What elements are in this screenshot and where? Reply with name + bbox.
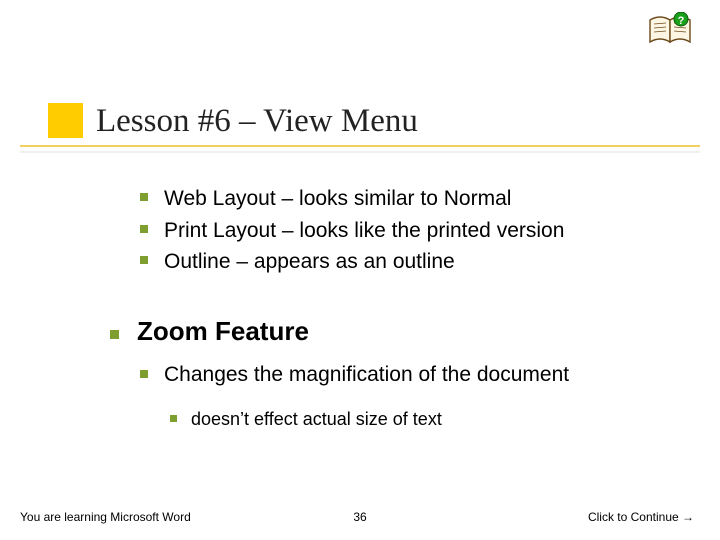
list-item: Changes the magnification of the documen… [140, 359, 700, 391]
list-item: Web Layout – looks similar to Normal [140, 183, 700, 215]
list-item: Zoom Feature [110, 316, 700, 347]
square-bullet-icon [140, 225, 148, 233]
list-item: Print Layout – looks like the printed ve… [140, 215, 700, 247]
bullet-group-views: Web Layout – looks similar to Normal Pri… [140, 183, 700, 278]
square-bullet-icon [140, 193, 148, 201]
list-item-text: Web Layout – looks similar to Normal [164, 183, 511, 215]
slide-title: Lesson #6 – View Menu [96, 103, 418, 140]
list-item-text: Print Layout – looks like the printed ve… [164, 215, 564, 247]
title-underline [20, 145, 700, 147]
list-item-text: Changes the magnification of the documen… [164, 359, 569, 391]
square-bullet-icon [170, 415, 177, 422]
zoom-feature-heading: Zoom Feature [137, 316, 309, 347]
square-bullet-icon [110, 330, 119, 339]
slide-footer: You are learning Microsoft Word 36 Click… [0, 510, 720, 524]
list-item: Outline – appears as an outline [140, 246, 700, 278]
help-book-icon: ? [648, 12, 694, 51]
bullet-group-zoom: Zoom Feature Changes the magnification o… [110, 316, 700, 434]
svg-text:?: ? [678, 15, 685, 27]
square-bullet-icon [140, 256, 148, 264]
list-item-text: doesn’t effect actual size of text [191, 406, 442, 433]
title-accent-square [48, 103, 83, 138]
slide-body: Web Layout – looks similar to Normal Pri… [140, 183, 700, 433]
list-item: doesn’t effect actual size of text [170, 406, 700, 433]
footer-note-left: You are learning Microsoft Word [20, 510, 191, 524]
list-item-text: Outline – appears as an outline [164, 246, 455, 278]
square-bullet-icon [140, 370, 148, 378]
click-to-continue-link[interactable]: Click to Continue → [588, 510, 694, 524]
